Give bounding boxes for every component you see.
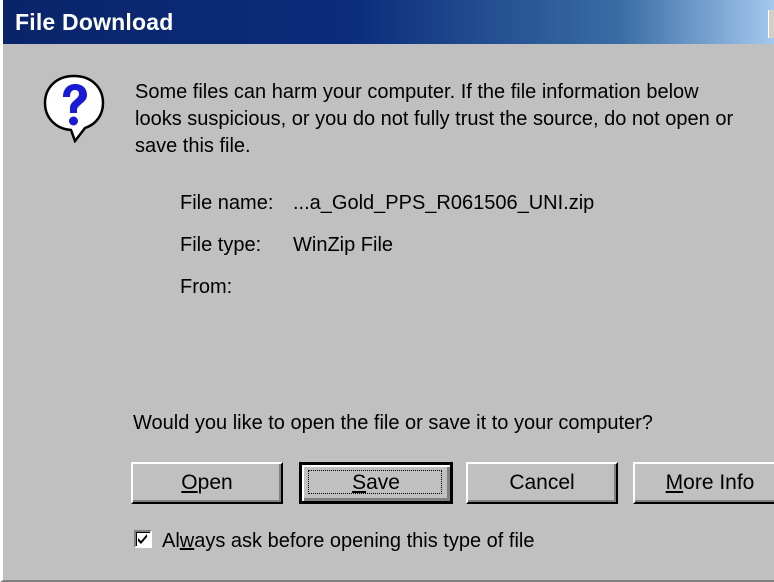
open-mnemonic: O — [181, 471, 198, 494]
more-info-button[interactable]: More Info — [633, 462, 774, 504]
file-download-dialog: File Download Some files can harm your c… — [0, 0, 774, 582]
always-ask-label-pre: Al — [162, 530, 180, 552]
file-type-label: File type: — [180, 234, 262, 256]
open-button[interactable]: Open — [131, 462, 283, 504]
save-button[interactable]: Save — [299, 462, 453, 504]
warning-line: save this file. — [135, 135, 251, 157]
cancel-button[interactable]: Cancel — [466, 462, 618, 504]
checkmark-icon — [138, 534, 147, 544]
question-mark-icon — [43, 74, 105, 143]
question-text: Would you like to open the file or save … — [133, 412, 653, 434]
more-info-mnemonic: M — [665, 471, 684, 494]
focus-rectangle — [308, 470, 442, 494]
always-ask-mnemonic: w — [179, 530, 195, 552]
file-name-value: ...a_Gold_PPS_R061506_UNI.zip — [293, 192, 595, 214]
file-name-label: File name: — [180, 192, 274, 214]
warning-line: Some files can harm your computer. If th… — [135, 81, 699, 103]
always-ask-label[interactable]: Always ask before opening this type of f… — [162, 530, 534, 553]
file-type-value: WinZip File — [293, 234, 394, 256]
title-bar[interactable]: File Download — [3, 0, 774, 44]
always-ask-checkbox[interactable] — [134, 530, 152, 548]
open-label: pen — [197, 471, 233, 494]
from-label: From: — [180, 276, 233, 298]
warning-line: looks suspicious, or you do not fully tr… — [135, 108, 734, 130]
cancel-label: Cancel — [509, 471, 575, 494]
warning-text: Some files can harm your computer. If th… — [135, 79, 733, 160]
always-ask-label-post: ays ask before opening this type of file — [194, 530, 535, 552]
more-info-label: ore Info — [683, 471, 755, 494]
window-title: File Download — [15, 9, 174, 35]
title-bar-button-edge[interactable] — [768, 10, 774, 38]
